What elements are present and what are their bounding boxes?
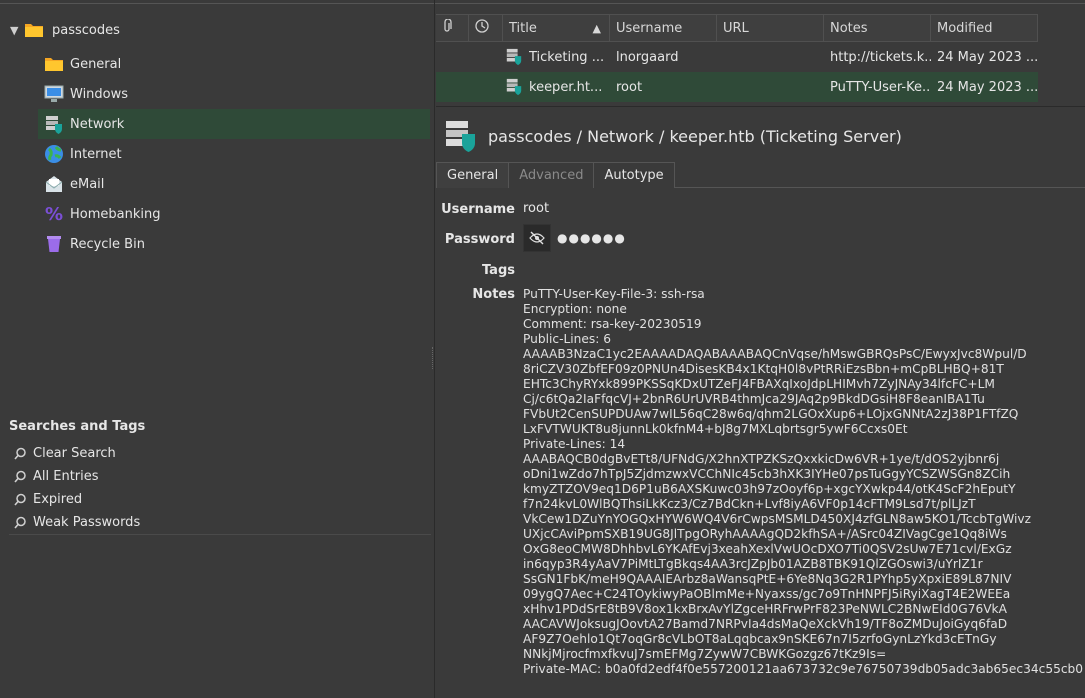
column-header-expires[interactable] [469,15,503,41]
table-cell-title: keeper.ht... [503,78,610,96]
search-icon [13,493,27,507]
tab-autotype[interactable]: Autotype [593,162,675,188]
table-cell-username: root [616,79,643,95]
globe-icon [44,144,64,164]
table-cell-modified: 24 May 2023 ... [937,49,1038,65]
group-item-label: Recycle Bin [70,236,145,252]
group-tree-pane: ▼ passcodes General Windows Network Inte… [0,4,432,698]
folder-icon [44,54,64,74]
searches-list: Clear Search All Entries Expired Weak Pa… [13,442,140,534]
group-item-label: eMail [70,176,105,192]
tree-root-passcodes[interactable]: ▼ passcodes [10,19,120,41]
table-cell-notes: PuTTY-User-Ke... [830,79,931,95]
search-item-weak-passwords[interactable]: Weak Passwords [13,511,140,534]
group-item-label: General [70,56,122,72]
search-icon [13,470,27,484]
search-item-label: Clear Search [33,446,116,461]
percent-icon: % [44,203,64,225]
folder-icon [24,22,44,38]
group-item-label: Internet [70,146,122,162]
username-label: Username [441,202,515,217]
column-header-label: Modified [937,20,993,36]
detail-tabs: General Advanced Autotype [436,162,1085,188]
group-item-label: Windows [70,86,129,102]
entry-title: Ticketing ... [529,49,605,65]
table-row[interactable]: keeper.ht... root PuTTY-User-Ke... 24 Ma… [436,72,1038,102]
tags-label: Tags [481,263,515,278]
paperclip-icon [442,18,452,37]
password-label: Password [444,232,515,247]
table-cell-modified: 24 May 2023 ... [937,79,1038,95]
toggle-password-visibility-button[interactable] [523,224,551,252]
sort-ascending-icon: ▲ [592,22,601,35]
table-cell-username: lnorgaard [616,49,679,65]
search-item-label: Weak Passwords [33,515,141,530]
column-header-url[interactable]: URL [717,15,824,41]
tree-root-label: passcodes [52,22,120,38]
column-header-username[interactable]: Username [610,15,717,41]
table-cell-title: Ticketing ... [503,48,610,66]
divider [9,534,431,535]
server-icon [446,121,475,152]
notes-value[interactable]: PuTTY-User-Key-File-3: ssh-rsa Encryptio… [523,287,1083,677]
entry-title: keeper.ht... [529,79,603,95]
column-header-label: Notes [830,20,868,36]
group-item-recycle-bin[interactable]: Recycle Bin [38,229,430,259]
column-header-label: URL [723,20,749,36]
username-value[interactable]: root [523,201,549,216]
entry-path-title: passcodes / Network / keeper.htb (Ticket… [488,126,902,146]
eye-slash-icon [529,231,545,245]
email-icon [44,174,64,194]
search-item-all-entries[interactable]: All Entries [13,465,140,488]
expand-arrow-icon[interactable]: ▼ [10,24,24,37]
server-icon [506,48,522,66]
column-header-notes[interactable]: Notes [824,15,931,41]
search-item-label: All Entries [33,469,99,484]
table-header: Title ▲ Username URL Notes Modified [436,14,1038,42]
entry-table: Title ▲ Username URL Notes Modified Tick… [436,14,1038,102]
group-item-general[interactable]: General [38,49,430,79]
column-header-title[interactable]: Title ▲ [503,15,610,41]
column-header-modified[interactable]: Modified [931,15,1038,41]
group-item-internet[interactable]: Internet [38,139,430,169]
column-header-attachment[interactable] [436,15,469,41]
clock-icon [475,19,489,37]
column-header-label: Username [616,20,683,36]
table-cell-notes: http://tickets.k... [830,49,931,65]
detail-header: passcodes / Network / keeper.htb (Ticket… [444,119,902,153]
password-value[interactable]: ●●●●●● [557,231,626,245]
column-header-label: Title [509,20,537,36]
searches-and-tags-title: Searches and Tags [9,419,146,434]
network-icon [44,114,64,134]
group-list: General Windows Network Internet eMail %… [38,49,430,259]
group-item-email[interactable]: eMail [38,169,430,199]
search-item-label: Expired [33,492,83,507]
group-item-label: Homebanking [70,206,161,222]
group-item-network[interactable]: Network [38,109,430,139]
table-row[interactable]: Ticketing ... lnorgaard http://tickets.k… [436,42,1038,72]
search-icon [13,516,27,530]
recycle-bin-icon [44,234,64,254]
group-item-windows[interactable]: Windows [38,79,430,109]
windows-icon [44,84,64,104]
search-item-expired[interactable]: Expired [13,488,140,511]
entry-detail-panel: passcodes / Network / keeper.htb (Ticket… [436,106,1085,698]
splitter-handle[interactable] [432,347,435,369]
group-item-homebanking[interactable]: % Homebanking [38,199,430,229]
notes-label: Notes [472,287,515,302]
group-item-label: Network [70,116,125,132]
search-icon [13,447,27,461]
tab-advanced[interactable]: Advanced [508,162,595,188]
server-icon [506,78,522,96]
tab-general[interactable]: General [436,162,510,188]
search-item-clear-search[interactable]: Clear Search [13,442,140,465]
